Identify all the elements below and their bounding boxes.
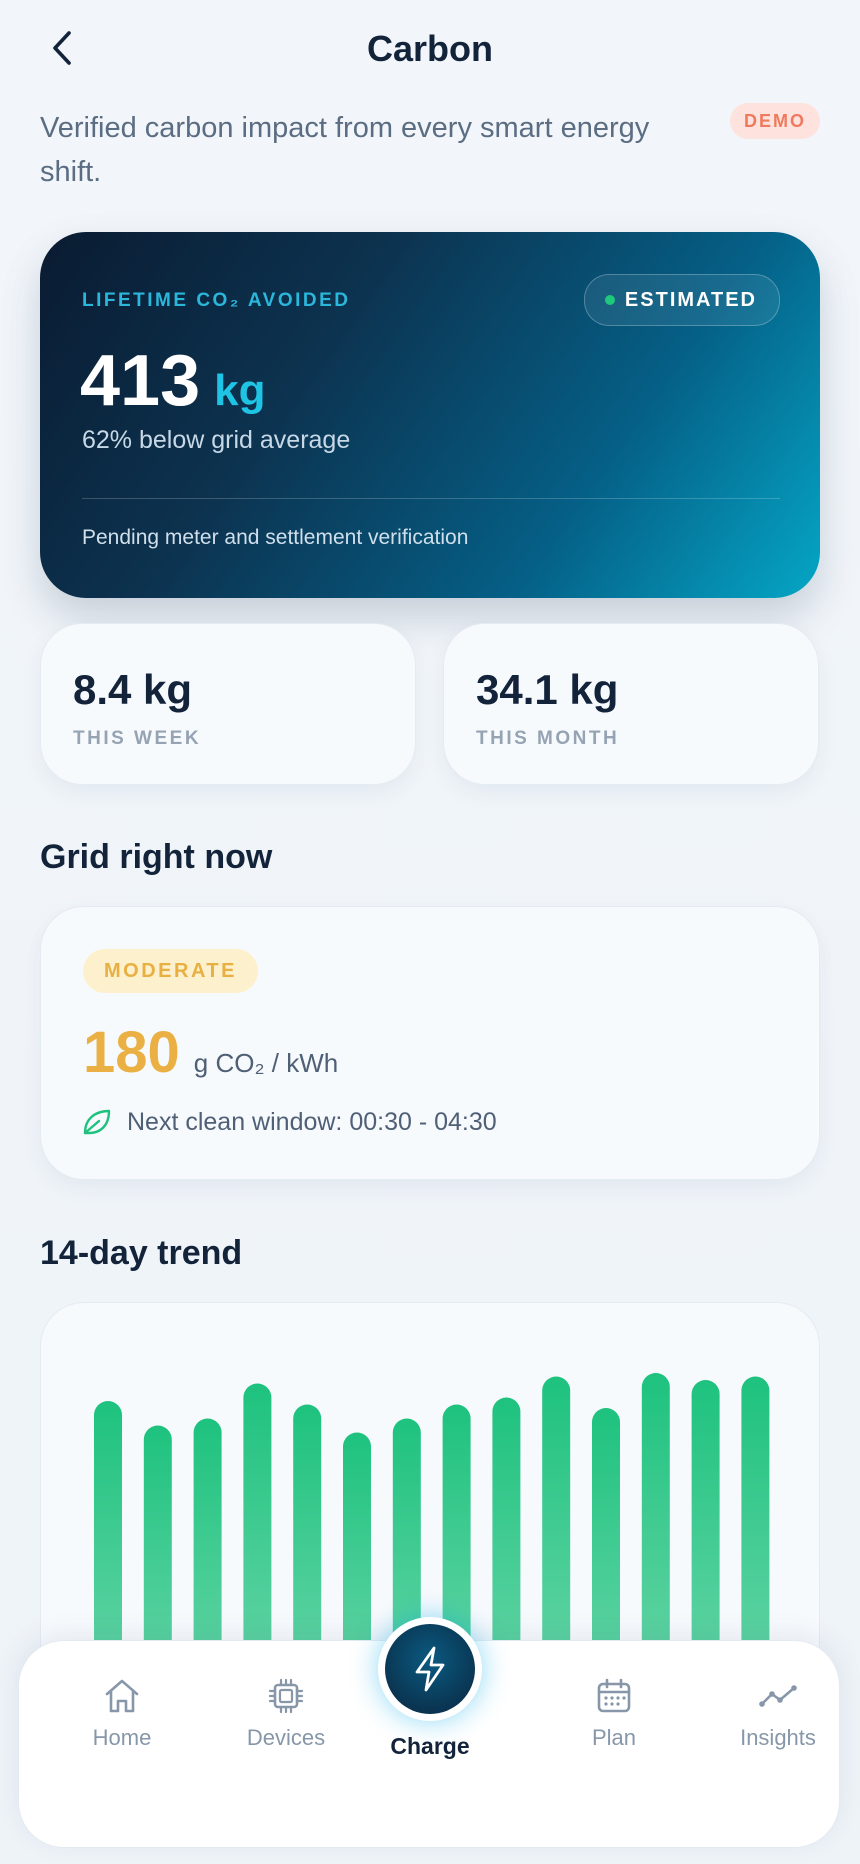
lifetime-unit: kg bbox=[214, 366, 266, 415]
nav-plan[interactable]: Plan bbox=[544, 1675, 684, 1751]
clean-window-text: Next clean window: 00:30 - 04:30 bbox=[127, 1107, 497, 1136]
lifetime-number: 413 bbox=[80, 341, 201, 421]
grid-level-badge: MODERATE bbox=[83, 949, 258, 993]
this-month-value: 34.1 kg bbox=[476, 666, 619, 713]
nav-charge-label[interactable]: Charge bbox=[360, 1733, 500, 1760]
nav-insights-label: Insights bbox=[740, 1725, 816, 1750]
nav-devices-label: Devices bbox=[246, 1725, 326, 1750]
divider bbox=[82, 498, 780, 499]
trend-section-heading: 14-day trend bbox=[40, 1234, 243, 1272]
grid-intensity-value: 180 bbox=[83, 1020, 180, 1085]
home-icon bbox=[105, 1679, 139, 1713]
charge-button-face bbox=[385, 1624, 475, 1714]
this-week-card: 8.4 kg THIS WEEK bbox=[40, 623, 416, 785]
nav-insights[interactable]: Insights bbox=[708, 1675, 848, 1751]
charge-button[interactable] bbox=[378, 1617, 482, 1721]
grid-section-heading: Grid right now bbox=[40, 838, 273, 876]
bolt-icon bbox=[415, 1646, 445, 1692]
chip-icon bbox=[268, 1678, 304, 1714]
page-subtitle: Verified carbon impact from every smart … bbox=[40, 112, 650, 188]
grid-comparison: 62% below grid average bbox=[82, 426, 351, 454]
leaf-icon bbox=[83, 1109, 111, 1135]
grid-intensity-unit: g CO₂ / kWh bbox=[193, 1048, 339, 1078]
status-dot-icon bbox=[604, 295, 615, 305]
carbon-screen: Carbon Verified carbon impact from every… bbox=[0, 0, 860, 1864]
estimated-status-badge: ESTIMATED bbox=[583, 274, 780, 326]
nav-home-label: Home bbox=[92, 1725, 152, 1750]
this-week-value: 8.4 kg bbox=[73, 666, 193, 713]
lifetime-value: 413 kg bbox=[80, 340, 266, 422]
trend-line-icon bbox=[759, 1685, 797, 1707]
this-month-card: 34.1 kg THIS MONTH bbox=[443, 623, 819, 785]
this-month-label: THIS MONTH bbox=[476, 728, 620, 749]
nav-devices[interactable]: Devices bbox=[216, 1675, 356, 1751]
calendar-icon bbox=[597, 1678, 631, 1713]
verification-note: Pending meter and settlement verificatio… bbox=[82, 526, 469, 549]
nav-home[interactable]: Home bbox=[52, 1675, 192, 1751]
this-week-label: THIS WEEK bbox=[73, 728, 202, 749]
nav-plan-label: Plan bbox=[591, 1725, 637, 1750]
clean-window: Next clean window: 00:30 - 04:30 bbox=[81, 1107, 497, 1137]
estimated-label: ESTIMATED bbox=[624, 288, 757, 311]
grid-intensity-card: MODERATE 180 g CO₂ / kWh Next clean wind… bbox=[40, 906, 820, 1180]
page-title: Carbon bbox=[367, 28, 493, 69]
lifetime-label: LIFETIME CO₂ AVOIDED bbox=[82, 290, 351, 311]
demo-badge: DEMO bbox=[730, 103, 820, 139]
lifetime-co2-card: LIFETIME CO₂ AVOIDED ESTIMATED 413 kg 62… bbox=[40, 232, 820, 598]
grid-intensity: 180 g CO₂ / kWh bbox=[83, 1019, 338, 1086]
